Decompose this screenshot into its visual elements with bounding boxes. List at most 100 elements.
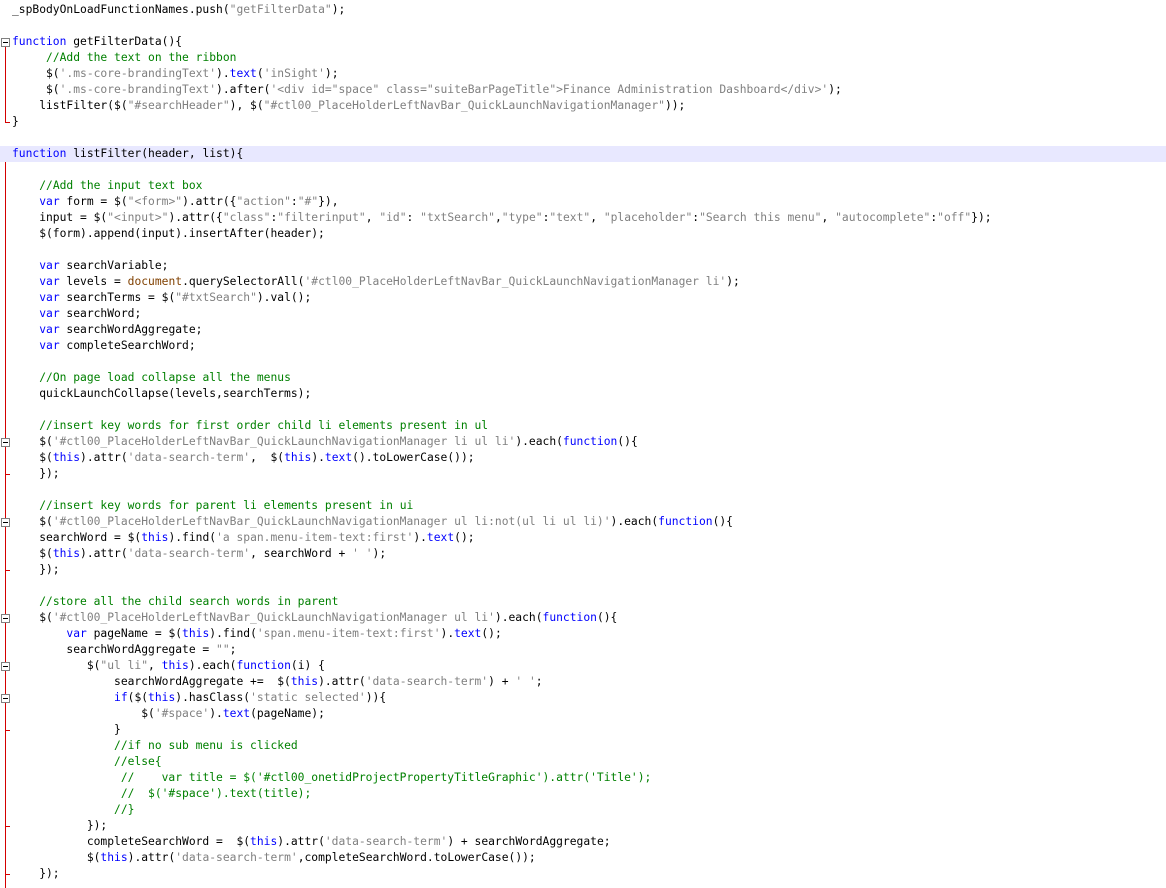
code-line-text: var pageName = $(this).find('span.menu-i… xyxy=(12,627,501,641)
code-line[interactable]: $('#ctl00_PlaceHolderLeftNavBar_QuickLau… xyxy=(0,434,1166,450)
code-line[interactable] xyxy=(0,18,1166,34)
code-line[interactable] xyxy=(0,402,1166,418)
code-token: ' ' xyxy=(352,547,373,560)
code-token: ).attr({ xyxy=(182,195,237,208)
code-line[interactable] xyxy=(0,578,1166,594)
code-line[interactable]: searchWordAggregate += $(this).attr('dat… xyxy=(0,674,1166,690)
code-token: ; xyxy=(229,643,237,656)
code-token: '#space' xyxy=(154,707,210,720)
code-line[interactable]: listFilter($("#searchHeader"), $("#ctl00… xyxy=(0,98,1166,114)
code-token: 'span.menu-item-text:first' xyxy=(256,627,441,640)
code-token: $( xyxy=(12,67,60,80)
code-token: ,completeSearchWord.toLowerCase()); xyxy=(297,851,536,864)
code-line[interactable]: $(this).attr('data-search-term', $(this)… xyxy=(0,450,1166,466)
code-line[interactable]: $('#ctl00_PlaceHolderLeftNavBar_QuickLau… xyxy=(0,514,1166,530)
code-line[interactable]: //else{ xyxy=(0,754,1166,770)
code-token: this xyxy=(284,451,312,464)
code-token: ().toLowerCase()); xyxy=(352,451,475,464)
code-line[interactable]: input = $("<input>").attr({"class": "filt… xyxy=(0,210,1166,226)
code-line-text: //store all the child search words in pa… xyxy=(12,595,338,609)
code-line[interactable]: var completeSearchWord; xyxy=(0,338,1166,354)
code-line[interactable]: searchWord = $(this).find('a span.menu-i… xyxy=(0,530,1166,546)
code-token: , searchWord + xyxy=(250,547,353,560)
code-line[interactable]: // $('#space').text(title); xyxy=(0,786,1166,802)
code-token: $( xyxy=(12,851,101,864)
code-token: 'data-search-term' xyxy=(365,675,489,688)
code-line[interactable]: // var title = $('#ctl00_onetidProjectPr… xyxy=(0,770,1166,786)
code-line[interactable]: var searchWord; xyxy=(0,306,1166,322)
code-line-text: searchWordAggregate += $(this).attr('dat… xyxy=(12,675,543,689)
code-line[interactable]: //insert key words for parent li element… xyxy=(0,498,1166,514)
code-line[interactable]: //store all the child search words in pa… xyxy=(0,594,1166,610)
code-line[interactable]: if($(this).hasClass('static selected')){ xyxy=(0,690,1166,706)
code-line[interactable]: //On page load collapse all the menus xyxy=(0,370,1166,386)
code-line[interactable]: var searchVariable; xyxy=(0,258,1166,274)
code-line[interactable]: $('#space').text(pageName); xyxy=(0,706,1166,722)
code-line[interactable]: $(this).attr('data-search-term',complete… xyxy=(0,850,1166,866)
code-line[interactable]: var searchTerms = $("#txtSearch").val(); xyxy=(0,290,1166,306)
code-line[interactable] xyxy=(0,162,1166,178)
code-token: var xyxy=(39,275,60,288)
code-line[interactable] xyxy=(0,482,1166,498)
code-line[interactable]: var levels = document.querySelectorAll('… xyxy=(0,274,1166,290)
code-line[interactable]: $(form).append(input).insertAfter(header… xyxy=(0,226,1166,242)
code-line[interactable]: $('#ctl00_PlaceHolderLeftNavBar_QuickLau… xyxy=(0,610,1166,626)
code-line[interactable]: quickLaunchCollapse(levels,searchTerms); xyxy=(0,386,1166,402)
code-token: ); xyxy=(331,3,346,16)
code-editor[interactable]: _spBodyOnLoadFunctionNames.push("getFilt… xyxy=(0,0,1166,888)
code-token: //Add the text on the ribbon xyxy=(46,51,237,64)
code-line[interactable]: var form = $("<form>").attr({"action":"#… xyxy=(0,194,1166,210)
code-token: "id" xyxy=(379,211,407,224)
code-line[interactable]: //Add the text on the ribbon xyxy=(0,50,1166,66)
code-token: // var title = $('#ctl00_onetidProjectPr… xyxy=(120,771,652,784)
code-line-text: $(this).attr('data-search-term', $(this)… xyxy=(12,451,475,465)
code-line[interactable]: $("ul li", this).each(function(i) { xyxy=(0,658,1166,674)
code-line[interactable]: var searchWordAggregate; xyxy=(0,322,1166,338)
code-token: ).after( xyxy=(216,83,271,96)
code-token: ($( xyxy=(127,691,149,704)
code-line[interactable]: }); xyxy=(0,866,1166,882)
code-line-text: var completeSearchWord; xyxy=(12,339,195,353)
code-line[interactable]: $('.ms-core-brandingText').after('<div i… xyxy=(0,82,1166,98)
code-line[interactable]: completeSearchWord = $(this).attr('data-… xyxy=(0,834,1166,850)
code-line-text: //Add the input text box xyxy=(12,179,202,193)
code-line-text: input = $("<input>").attr({"class": "filt… xyxy=(12,211,991,225)
code-token: text xyxy=(454,627,482,640)
code-line[interactable]: searchWordAggregate = ""; xyxy=(0,642,1166,658)
code-line-text: $(this).attr('data-search-term',complete… xyxy=(12,851,536,865)
code-line[interactable]: //} xyxy=(0,802,1166,818)
code-line[interactable]: }); xyxy=(0,466,1166,482)
code-line[interactable]: //Add the input text box xyxy=(0,178,1166,194)
code-line[interactable]: }); xyxy=(0,562,1166,578)
code-line[interactable] xyxy=(0,354,1166,370)
code-line[interactable]: $(this).attr('data-search-term', searchW… xyxy=(0,546,1166,562)
code-token: searchTerms = $( xyxy=(59,291,176,304)
code-line[interactable]: } xyxy=(0,722,1166,738)
code-line[interactable]: }); xyxy=(0,818,1166,834)
code-line[interactable]: //insert key words for first order child… xyxy=(0,418,1166,434)
code-line[interactable]: $('.ms-core-brandingText').text('inSight… xyxy=(0,66,1166,82)
code-line-text: var searchTerms = $("#txtSearch").val(); xyxy=(12,291,311,305)
code-line[interactable]: var pageName = $(this).find('span.menu-i… xyxy=(0,626,1166,642)
code-line[interactable] xyxy=(0,242,1166,258)
code-line[interactable] xyxy=(0,130,1166,146)
code-line[interactable]: function getFilterData(){ xyxy=(0,34,1166,50)
code-token: "<form>" xyxy=(127,195,183,208)
code-token: ) + xyxy=(488,675,516,688)
code-line[interactable]: function listFilter(header, list){ xyxy=(0,146,1166,162)
code-token: , xyxy=(148,659,162,672)
code-token: ).each( xyxy=(610,515,659,528)
code-line[interactable]: } xyxy=(0,114,1166,130)
code-line[interactable]: //if no sub menu is clicked xyxy=(0,738,1166,754)
code-token: ).each( xyxy=(494,611,543,624)
code-token: }); xyxy=(12,867,60,880)
code-token: )){ xyxy=(365,691,387,704)
code-token: $( xyxy=(12,547,53,560)
code-token: this xyxy=(182,627,210,640)
code-line[interactable]: _spBodyOnLoadFunctionNames.push("getFilt… xyxy=(0,2,1166,18)
